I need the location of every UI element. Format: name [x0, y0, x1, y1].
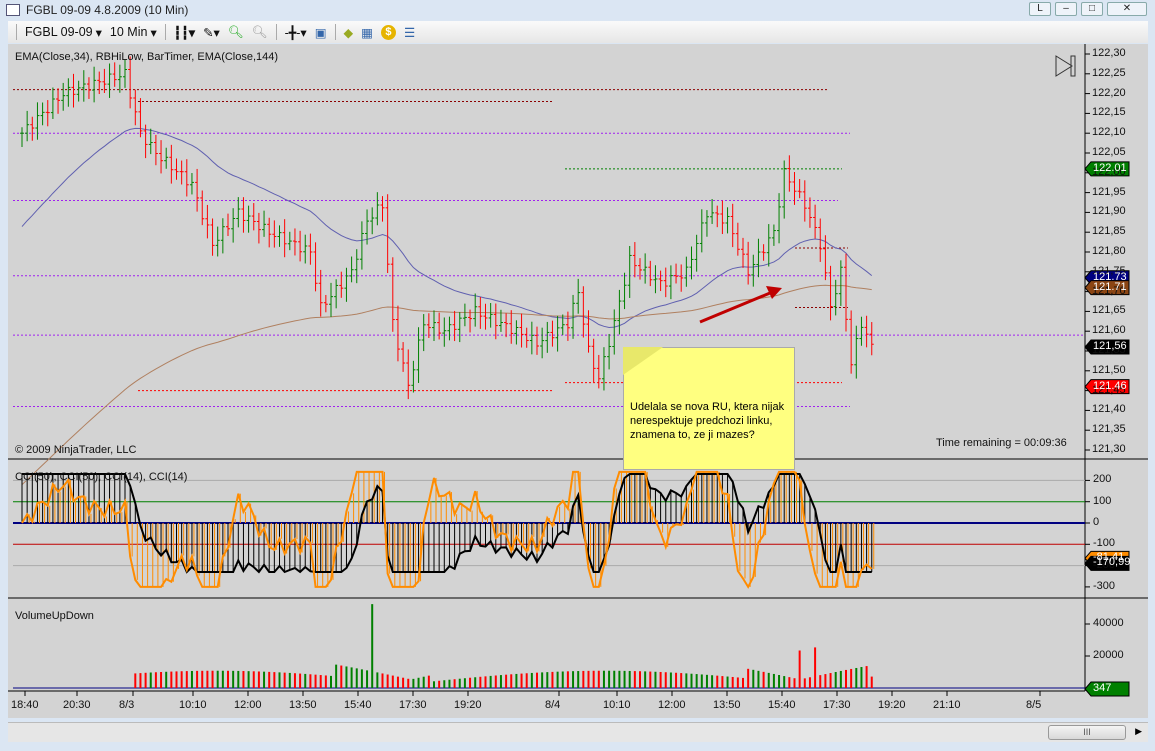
price-tick-label: 121,60 [1092, 324, 1126, 337]
annotation-arrow [699, 291, 771, 324]
horizontal-scrollbar[interactable]: III ▶ [8, 722, 1148, 742]
price-tick-label: 121,30 [1092, 443, 1126, 455]
copyright-label: © 2009 NinjaTrader, LLC [15, 444, 137, 456]
scrollbar-thumb[interactable]: III [1048, 725, 1126, 740]
price-marker-text: 122.01 [1093, 161, 1127, 174]
price-indicators-label: EMA(Close,34), RBHiLow, BarTimer, EMA(Cl… [15, 51, 279, 63]
time-tick-label: 13:50 [713, 699, 741, 711]
time-tick-label: 12:00 [234, 699, 262, 711]
price-marker-text: 121,56 [1093, 340, 1127, 353]
volume-indicator-label: VolumeUpDown [15, 610, 94, 622]
price-tick-label: 121,65 [1092, 304, 1126, 317]
price-tick-label: 122,25 [1092, 66, 1126, 79]
price-tick-label: 122,30 [1092, 47, 1126, 59]
price-tick-label: 122,05 [1092, 146, 1126, 158]
scroll-right-arrow-icon[interactable]: ▶ [1135, 726, 1142, 737]
volume-tick-label: 20000 [1093, 649, 1124, 661]
go-to-end-icon [1055, 55, 1073, 77]
time-tick-label: 18:40 [11, 699, 39, 711]
cci-50-marker-text: -170,99 [1093, 556, 1131, 569]
price-tick-label: 121,40 [1092, 403, 1126, 416]
price-marker-text: 121.71 [1093, 280, 1127, 293]
annotation-note[interactable]: Udelala se nova RU, ktera nijak nerespek… [623, 347, 795, 470]
time-tick-label: 15:40 [344, 699, 372, 711]
cci-tick-label: -100 [1093, 537, 1116, 550]
time-tick-label: 8/4 [545, 699, 561, 711]
volume-marker-text: 347 [1093, 682, 1112, 694]
time-tick-label: 17:30 [823, 699, 851, 711]
cci-indicators-label: CCI(50), CCI(50), CCI(14), CCI(14) [15, 471, 188, 483]
time-tick-label: 10:10 [179, 699, 207, 711]
price-tick-label: 121,90 [1092, 205, 1126, 218]
time-tick-label: 15:40 [768, 699, 796, 711]
time-tick-label: 21:10 [933, 699, 961, 711]
price-tick-label: 121,80 [1092, 245, 1126, 257]
cci-tick-label: 0 [1093, 516, 1100, 528]
cci-tick-label: -300 [1093, 579, 1116, 592]
time-tick-label: 19:20 [454, 699, 482, 711]
price-tick-label: 121,50 [1092, 363, 1126, 376]
cci-tick-label: 200 [1093, 473, 1112, 486]
time-tick-label: 19:20 [878, 699, 906, 711]
bar-timer-label: Time remaining = 00:09:36 [936, 437, 1067, 449]
price-marker-text: 121.46 [1093, 379, 1127, 392]
cci-tick-label: 100 [1093, 494, 1112, 507]
time-tick-label: 8/5 [1026, 699, 1042, 711]
time-tick-label: 12:00 [658, 699, 686, 711]
price-tick-label: 121,85 [1092, 225, 1126, 238]
ema-34-line [21, 127, 873, 328]
volume-tick-label: 40000 [1093, 617, 1124, 629]
price-tick-label: 122,10 [1092, 126, 1126, 139]
time-tick-label: 17:30 [399, 699, 427, 711]
time-tick-label: 20:30 [63, 699, 91, 711]
time-tick-label: 10:10 [603, 699, 631, 711]
time-tick-label: 13:50 [289, 699, 317, 711]
price-tick-label: 122,15 [1092, 106, 1126, 119]
price-tick-label: 121,95 [1092, 185, 1126, 198]
price-tick-label: 122,20 [1092, 86, 1126, 99]
price-tick-label: 121,35 [1092, 423, 1126, 436]
chart-canvas [8, 44, 1148, 697]
time-tick-label: 8/3 [119, 699, 135, 711]
